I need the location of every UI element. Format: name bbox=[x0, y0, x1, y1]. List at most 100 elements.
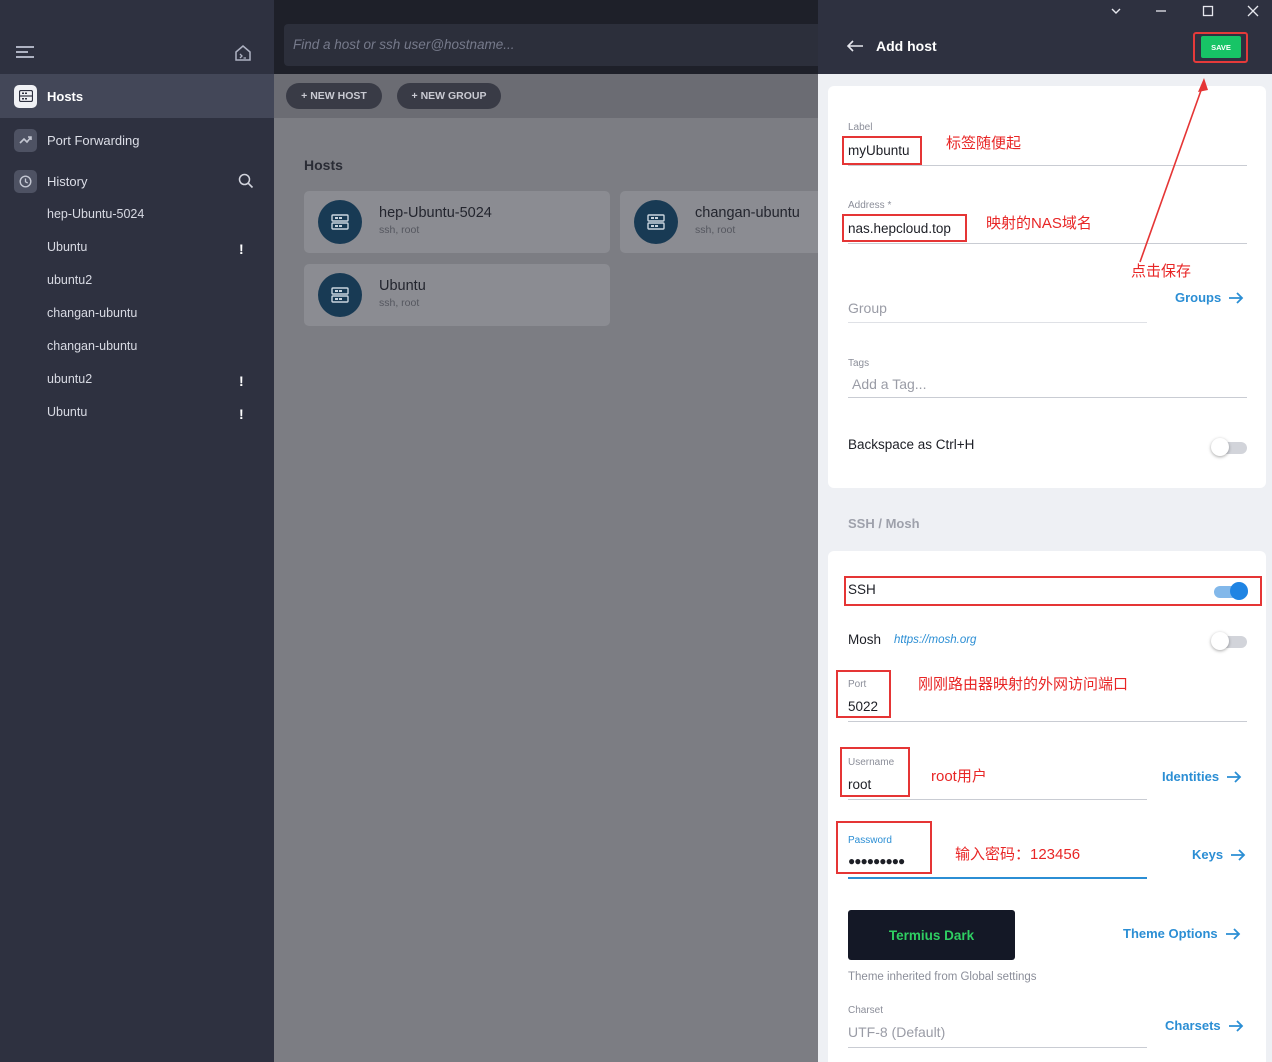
home-terminal-icon[interactable] bbox=[234, 44, 252, 62]
mosh-label: Mosh bbox=[848, 632, 882, 647]
panel-header: Add host SAVE bbox=[818, 0, 1272, 74]
new-group-button[interactable]: + NEW GROUP bbox=[397, 83, 501, 109]
server-icon bbox=[318, 273, 362, 317]
theme-button[interactable]: Termius Dark bbox=[848, 910, 1015, 960]
mosh-link[interactable]: https://mosh.org bbox=[894, 634, 976, 646]
username-underline bbox=[848, 799, 1147, 800]
ssh-section: SSH Mosh https://mosh.org Port 5022 User… bbox=[828, 551, 1266, 1062]
warning-icon: ! bbox=[239, 373, 244, 389]
history-item[interactable]: hep-Ubuntu-5024 bbox=[47, 207, 144, 221]
annotation-box bbox=[842, 214, 967, 242]
annotation-note: 刚刚路由器映射的外网访问端口 bbox=[918, 676, 1129, 693]
sidebar-item-history[interactable]: History bbox=[0, 159, 274, 203]
general-section: Label myUbuntu Address * nas.hepcloud.to… bbox=[828, 86, 1266, 488]
back-arrow-icon[interactable] bbox=[846, 39, 864, 53]
annotation-note: 输入密码：123456 bbox=[955, 846, 1081, 863]
charsets-link[interactable]: Charsets bbox=[1165, 1018, 1244, 1033]
password-caption: Password bbox=[848, 835, 892, 846]
host-name: hep-Ubuntu-5024 bbox=[379, 205, 492, 221]
server-icon bbox=[318, 200, 362, 244]
panel-title: Add host bbox=[876, 38, 937, 54]
history-item[interactable]: changan-ubuntu bbox=[47, 339, 137, 353]
theme-options-link[interactable]: Theme Options bbox=[1123, 926, 1241, 941]
group-field[interactable]: Group bbox=[848, 300, 887, 316]
sidebar: Hosts Port Forwarding History hep-Ubuntu… bbox=[0, 0, 274, 1062]
server-icon bbox=[634, 200, 678, 244]
username-caption: Username bbox=[848, 757, 895, 768]
history-item[interactable]: Ubuntu bbox=[47, 240, 87, 254]
tags-underline bbox=[848, 397, 1247, 398]
host-card[interactable]: hep-Ubuntu-5024 ssh, root bbox=[304, 191, 610, 253]
address-underline bbox=[848, 243, 1247, 244]
history-item[interactable]: ubuntu2 bbox=[47, 273, 92, 287]
charset-caption: Charset bbox=[848, 1005, 884, 1016]
host-search-input[interactable]: Find a host or ssh user@hostname... bbox=[284, 24, 824, 66]
chevron-down-icon[interactable] bbox=[1109, 4, 1123, 18]
password-underline bbox=[848, 877, 1147, 879]
backspace-toggle[interactable] bbox=[1211, 438, 1247, 456]
history-item[interactable]: changan-ubuntu bbox=[47, 306, 137, 320]
host-details: ssh, root bbox=[379, 224, 420, 236]
hosts-section-title: Hosts bbox=[304, 157, 343, 173]
annotation-box bbox=[842, 136, 922, 165]
annotation-note: 映射的NAS域名 bbox=[986, 215, 1092, 232]
group-underline bbox=[848, 322, 1147, 323]
address-caption: Address * bbox=[848, 200, 892, 211]
menu-icon[interactable] bbox=[16, 46, 34, 60]
history-icon bbox=[14, 169, 37, 193]
port-forwarding-icon bbox=[14, 128, 37, 152]
new-host-button[interactable]: + NEW HOST bbox=[286, 83, 382, 109]
keys-link[interactable]: Keys bbox=[1192, 847, 1246, 862]
groups-link[interactable]: Groups bbox=[1175, 290, 1244, 305]
sidebar-item-hosts[interactable]: Hosts bbox=[0, 74, 274, 118]
backspace-label: Backspace as Ctrl+H bbox=[848, 437, 975, 452]
annotation-note: 标签随便起 bbox=[946, 135, 1022, 152]
sidebar-header bbox=[0, 0, 274, 74]
main-area: Find a host or ssh user@hostname... + NE… bbox=[274, 0, 840, 1062]
warning-icon: ! bbox=[239, 406, 244, 422]
tags-caption: Tags bbox=[848, 358, 870, 369]
identities-link[interactable]: Identities bbox=[1162, 769, 1242, 784]
ssh-label: SSH bbox=[848, 582, 876, 597]
search-placeholder: Find a host or ssh user@hostname... bbox=[293, 37, 515, 52]
arrow-right-icon bbox=[1227, 770, 1242, 783]
sidebar-item-label: History bbox=[47, 173, 88, 189]
host-name: changan-ubuntu bbox=[695, 205, 800, 221]
charsets-link-label: Charsets bbox=[1165, 1018, 1221, 1033]
tags-field[interactable]: Add a Tag... bbox=[852, 376, 926, 392]
sidebar-item-label: Port Forwarding bbox=[47, 132, 140, 148]
keys-link-label: Keys bbox=[1192, 847, 1224, 862]
host-details: ssh, root bbox=[379, 297, 420, 309]
port-underline bbox=[848, 721, 1247, 722]
main-top-bar: Find a host or ssh user@hostname... bbox=[274, 0, 824, 74]
sidebar-item-port-forwarding[interactable]: Port Forwarding bbox=[0, 118, 274, 162]
mosh-toggle[interactable] bbox=[1211, 632, 1247, 650]
label-underline bbox=[848, 165, 1247, 166]
annotation-note: 点击保存 bbox=[1131, 263, 1192, 280]
username-field[interactable]: root bbox=[848, 777, 871, 792]
ssh-toggle[interactable] bbox=[1212, 582, 1248, 600]
arrow-right-icon bbox=[1231, 848, 1246, 861]
password-field[interactable]: ●●●●●●●●● bbox=[848, 854, 905, 868]
arrow-right-icon bbox=[1228, 1019, 1243, 1032]
save-button[interactable]: SAVE bbox=[1201, 36, 1241, 58]
groups-link-label: Groups bbox=[1175, 290, 1222, 305]
ssh-mosh-section-title: SSH / Mosh bbox=[848, 516, 920, 531]
search-icon[interactable] bbox=[238, 173, 254, 189]
close-icon[interactable] bbox=[1246, 4, 1260, 18]
host-card[interactable]: Ubuntu ssh, root bbox=[304, 264, 610, 326]
add-host-panel: Add host SAVE Label myUbuntu Address * n… bbox=[818, 0, 1272, 1062]
charset-field[interactable]: UTF-8 (Default) bbox=[848, 1024, 945, 1040]
annotation-note: root用户 bbox=[931, 768, 987, 785]
minimize-icon[interactable] bbox=[1154, 4, 1168, 18]
arrow-right-icon bbox=[1229, 291, 1244, 304]
history-item[interactable]: Ubuntu bbox=[47, 405, 87, 419]
port-field[interactable]: 5022 bbox=[848, 699, 878, 714]
host-details: ssh, root bbox=[695, 224, 736, 236]
history-item[interactable]: ubuntu2 bbox=[47, 372, 92, 386]
host-card[interactable]: changan-ubuntu ssh, root bbox=[620, 191, 840, 253]
theme-options-link-label: Theme Options bbox=[1123, 926, 1218, 941]
warning-icon: ! bbox=[239, 241, 244, 257]
label-caption: Label bbox=[848, 122, 873, 133]
maximize-icon[interactable] bbox=[1201, 4, 1215, 18]
